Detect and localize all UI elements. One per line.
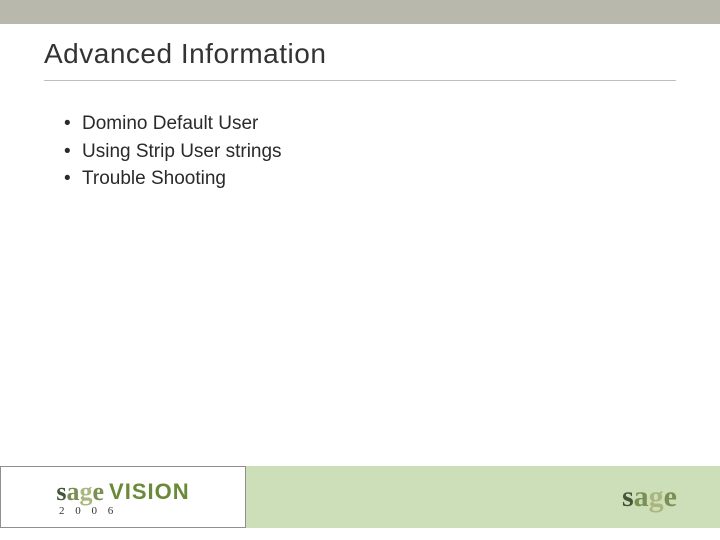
- list-item: Using Strip User strings: [64, 138, 660, 166]
- footer-left-logo: sage VISION 2 0 0 6: [0, 466, 246, 528]
- year-label: 2 0 0 6: [59, 505, 117, 517]
- slide: Advanced Information Domino Default User…: [0, 0, 720, 540]
- list-item: Trouble Shooting: [64, 165, 660, 193]
- slide-title: Advanced Information: [44, 38, 676, 70]
- title-area: Advanced Information: [44, 38, 676, 81]
- bullet-list: Domino Default User Using Strip User str…: [64, 110, 660, 193]
- footer-spacer: [246, 466, 578, 528]
- footer-right-logo: sage: [578, 466, 720, 528]
- logo-row: sage VISION: [56, 477, 189, 507]
- list-item: Domino Default User: [64, 110, 660, 138]
- sage-logo-icon: sage: [622, 480, 676, 514]
- sage-logo-icon: sage: [56, 477, 103, 507]
- top-accent-band: [0, 0, 720, 24]
- title-divider: [44, 80, 676, 81]
- footer-bar: sage VISION 2 0 0 6 sage: [0, 466, 720, 528]
- vision-wordmark: VISION: [109, 479, 190, 505]
